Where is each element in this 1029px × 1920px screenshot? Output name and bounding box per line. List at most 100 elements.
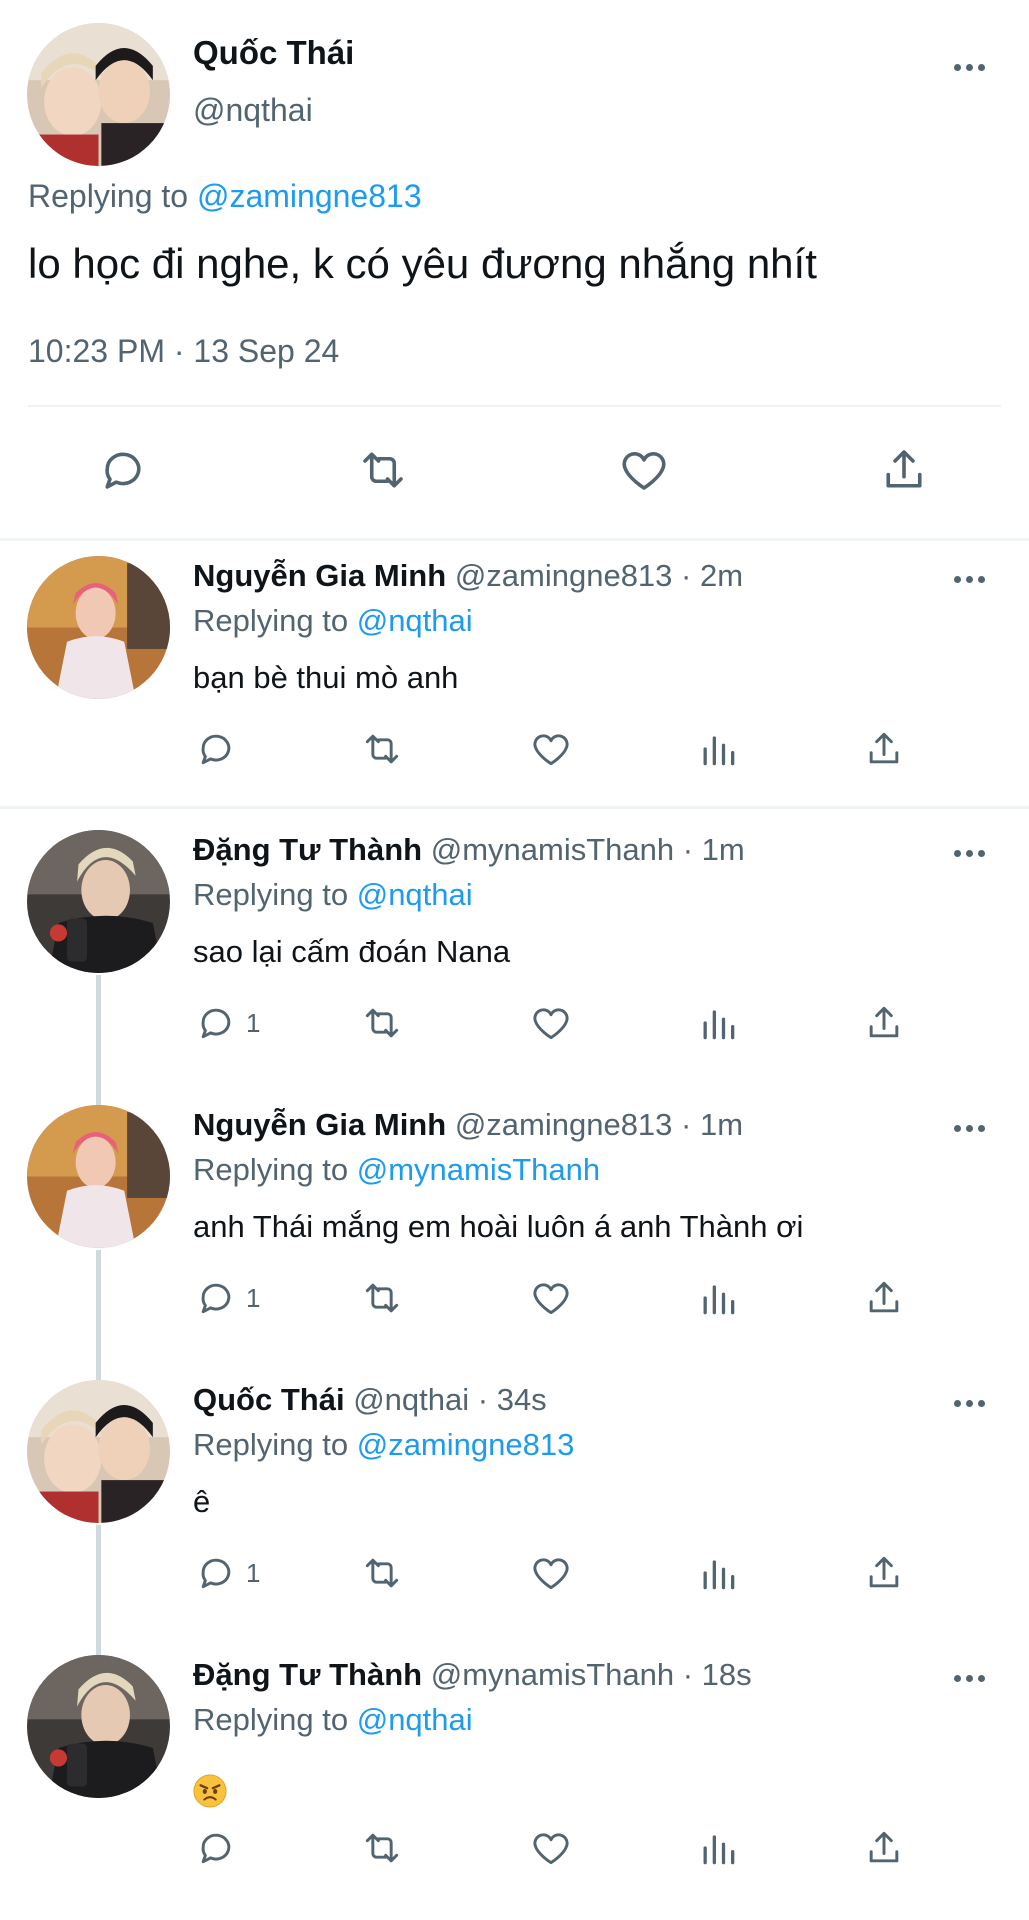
- replying-to-link[interactable]: @zamingne813: [357, 1427, 575, 1462]
- share-icon: [869, 1831, 899, 1863]
- more-icon[interactable]: [954, 850, 985, 857]
- share-button[interactable]: [862, 1823, 906, 1873]
- like-button[interactable]: [529, 1548, 573, 1598]
- replying-prefix: Replying to: [193, 877, 349, 912]
- share-button[interactable]: [862, 1548, 906, 1598]
- reply-time: · 18s: [682, 1657, 752, 1692]
- like-button[interactable]: [529, 1273, 573, 1323]
- avatar-photo-icon: [27, 830, 170, 973]
- reply-author-name[interactable]: Nguyễn Gia Minh: [193, 1107, 446, 1142]
- reply-author-handle[interactable]: @zamingne813: [455, 558, 673, 593]
- avatar-photo-icon: [27, 556, 170, 699]
- section-divider: [0, 538, 1029, 541]
- replying-to-line: Replying to @nqthai: [193, 603, 473, 639]
- share-button[interactable]: [862, 1273, 906, 1323]
- reply-author-handle[interactable]: @nqthai: [353, 1382, 469, 1417]
- replying-to-line: Replying to @nqthai: [193, 877, 473, 913]
- reply-tweet[interactable]: Đặng Tư Thành @mynamisThanh · 18s Replyi…: [0, 1655, 1029, 1920]
- angry-face-emoji-icon: [193, 1774, 227, 1808]
- like-button[interactable]: [614, 440, 674, 500]
- more-icon[interactable]: [954, 576, 985, 583]
- views-button[interactable]: [696, 1548, 740, 1598]
- reply-tweet[interactable]: Nguyễn Gia Minh @zamingne813 · 2m Replyi…: [0, 556, 1029, 806]
- reply-icon: [201, 1558, 231, 1589]
- share-button[interactable]: [862, 998, 906, 1048]
- replying-to-link[interactable]: @nqthai: [357, 603, 473, 638]
- reply-author-name[interactable]: Đặng Tư Thành: [193, 832, 422, 867]
- reply-icon: [105, 452, 141, 489]
- reply-text: ê: [193, 1484, 211, 1519]
- avatar[interactable]: [27, 1380, 170, 1523]
- avatar[interactable]: [27, 556, 170, 699]
- like-button[interactable]: [529, 998, 573, 1048]
- replying-to-line: Replying to @nqthai: [193, 1702, 473, 1738]
- reply-count: 1: [246, 1557, 261, 1588]
- reply-icon: [201, 1833, 231, 1864]
- avatar[interactable]: [27, 830, 170, 973]
- author-handle[interactable]: @nqthai: [193, 92, 313, 129]
- retweet-button[interactable]: [360, 1823, 404, 1873]
- analytics-bars-icon: [703, 1560, 735, 1590]
- reply-time: · 34s: [477, 1382, 547, 1417]
- retweet-button[interactable]: [353, 440, 413, 500]
- retweet-button[interactable]: [360, 998, 404, 1048]
- replying-to-link[interactable]: @mynamisThanh: [357, 1152, 600, 1187]
- reply-button[interactable]: [194, 1823, 246, 1873]
- views-button[interactable]: [696, 1823, 740, 1873]
- main-tweet: Quốc Thái @nqthai Replying to @zamingne8…: [0, 0, 1029, 540]
- views-button[interactable]: [696, 998, 740, 1048]
- reply-header: Nguyễn Gia Minh @zamingne813 · 1m: [193, 1107, 743, 1143]
- reply-header: Đặng Tư Thành @mynamisThanh · 18s: [193, 1657, 752, 1693]
- share-button[interactable]: [874, 440, 934, 500]
- replying-to-line: Replying to @mynamisThanh: [193, 1152, 600, 1188]
- replying-to-link[interactable]: @nqthai: [357, 877, 473, 912]
- reply-actions: 1: [0, 1548, 1029, 1598]
- replying-prefix: Replying to: [28, 178, 189, 214]
- reply-tweet[interactable]: Đặng Tư Thành @mynamisThanh · 1m Replyin…: [0, 830, 1029, 1100]
- reply-icon: [201, 1008, 231, 1039]
- like-button[interactable]: [529, 1823, 573, 1873]
- retweet-button[interactable]: [360, 1273, 404, 1323]
- reply-author-handle[interactable]: @mynamisThanh: [431, 1657, 674, 1692]
- reply-author-name[interactable]: Nguyễn Gia Minh: [193, 558, 446, 593]
- views-button[interactable]: [696, 724, 740, 774]
- reply-author-name[interactable]: Đặng Tư Thành: [193, 1657, 422, 1692]
- reply-text: bạn bè thui mò anh: [193, 660, 459, 695]
- tweet-timestamp[interactable]: 10:23 PM · 13 Sep 24: [28, 333, 339, 370]
- avatar[interactable]: [27, 1105, 170, 1248]
- more-icon[interactable]: [954, 1125, 985, 1132]
- avatar[interactable]: [27, 23, 170, 166]
- retweet-icon: [365, 1283, 399, 1313]
- reply-time: · 1m: [682, 832, 745, 867]
- retweet-icon: [365, 1833, 399, 1863]
- like-button[interactable]: [529, 724, 573, 774]
- reply-button[interactable]: 1: [194, 1273, 260, 1323]
- views-button[interactable]: [696, 1273, 740, 1323]
- replying-to-link[interactable]: @zamingne813: [197, 178, 422, 214]
- analytics-bars-icon: [703, 1010, 735, 1040]
- more-icon[interactable]: [954, 64, 985, 71]
- replying-prefix: Replying to: [193, 603, 349, 638]
- reply-button[interactable]: [194, 724, 246, 774]
- retweet-button[interactable]: [360, 724, 404, 774]
- reply-button[interactable]: 1: [194, 1548, 260, 1598]
- more-icon[interactable]: [954, 1675, 985, 1682]
- reply-author-handle[interactable]: @zamingne813: [455, 1107, 673, 1142]
- analytics-bars-icon: [703, 1285, 735, 1315]
- retweet-icon: [365, 1558, 399, 1588]
- reply-button[interactable]: 1: [194, 998, 260, 1048]
- reply-count: 1: [246, 1007, 261, 1038]
- reply-text: anh Thái mắng em hoài luôn á anh Thành ơ…: [193, 1209, 804, 1244]
- reply-author-handle[interactable]: @mynamisThanh: [431, 832, 674, 867]
- author-name[interactable]: Quốc Thái: [193, 34, 354, 72]
- reply-tweet[interactable]: Nguyễn Gia Minh @zamingne813 · 1m Replyi…: [0, 1105, 1029, 1375]
- replying-to-link[interactable]: @nqthai: [357, 1702, 473, 1737]
- reply-author-name[interactable]: Quốc Thái: [193, 1382, 345, 1417]
- avatar[interactable]: [27, 1655, 170, 1798]
- retweet-button[interactable]: [360, 1548, 404, 1598]
- share-button[interactable]: [862, 724, 906, 774]
- reply-button[interactable]: [93, 440, 153, 500]
- reply-tweet[interactable]: Quốc Thái @nqthai · 34s Replying to @zam…: [0, 1380, 1029, 1650]
- heart-icon: [622, 452, 666, 490]
- more-icon[interactable]: [954, 1400, 985, 1407]
